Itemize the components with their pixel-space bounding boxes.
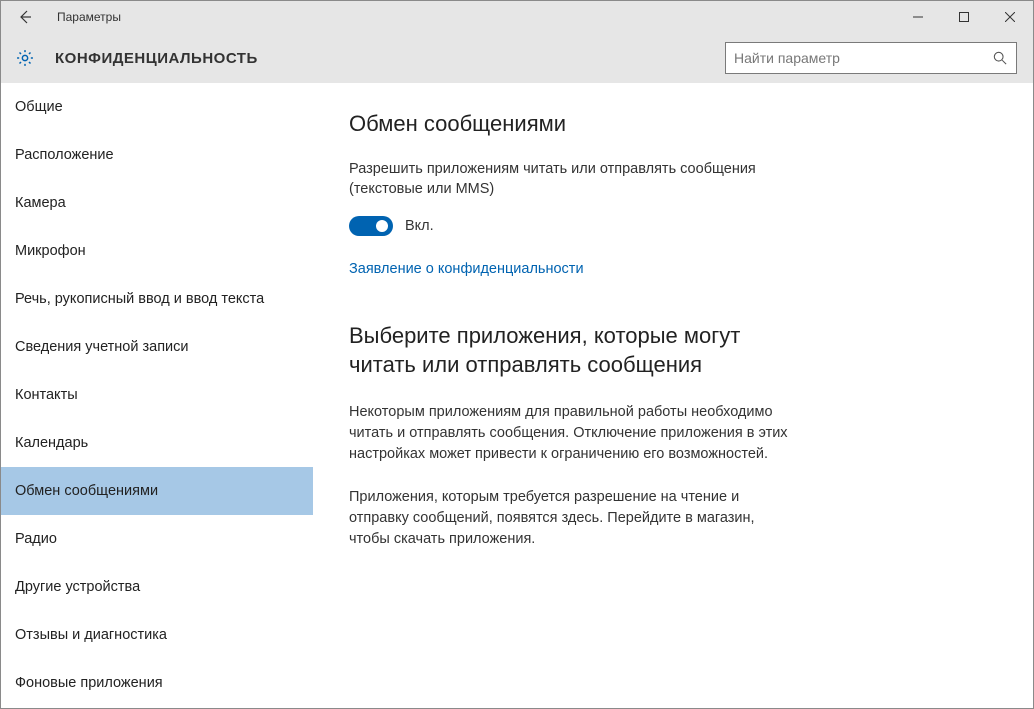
search-icon xyxy=(992,50,1008,66)
toggle-knob xyxy=(376,220,388,232)
sidebar-item-label: Отзывы и диагностика xyxy=(15,627,167,643)
toggle-label: Вкл. xyxy=(405,218,434,234)
settings-gear-icon xyxy=(13,46,37,70)
sidebar-item-12[interactable]: Фоновые приложения xyxy=(1,659,313,707)
sidebar-item-8[interactable]: Обмен сообщениями xyxy=(1,467,313,515)
sidebar-item-label: Фоновые приложения xyxy=(15,675,163,691)
sidebar-item-label: Сведения учетной записи xyxy=(15,339,189,355)
sidebar-item-7[interactable]: Календарь xyxy=(1,419,313,467)
messaging-description: Разрешить приложениям читать или отправл… xyxy=(349,159,789,200)
apps-info-paragraph-1: Некоторым приложениям для правильной раб… xyxy=(349,402,789,465)
sidebar-item-10[interactable]: Другие устройства xyxy=(1,563,313,611)
close-icon xyxy=(1005,12,1015,22)
maximize-icon xyxy=(959,12,969,22)
sidebar-item-label: Микрофон xyxy=(15,243,86,259)
sidebar-item-0[interactable]: Общие xyxy=(1,83,313,131)
sidebar-item-label: Радио xyxy=(15,531,57,547)
sidebar-item-label: Камера xyxy=(15,195,66,211)
headerbar: КОНФИДЕНЦИАЛЬНОСТЬ xyxy=(1,33,1033,83)
search-input[interactable] xyxy=(734,50,992,66)
sidebar-item-label: Расположение xyxy=(15,147,114,163)
sidebar-item-9[interactable]: Радио xyxy=(1,515,313,563)
section-heading-choose-apps: Выберите приложения, которые могут читат… xyxy=(349,321,789,380)
back-button[interactable] xyxy=(1,1,49,33)
sidebar-item-label: Речь, рукописный ввод и ввод текста xyxy=(15,291,264,307)
sidebar-item-3[interactable]: Микрофон xyxy=(1,227,313,275)
arrow-left-icon xyxy=(17,9,33,25)
sidebar-item-label: Календарь xyxy=(15,435,88,451)
sidebar-item-11[interactable]: Отзывы и диагностика xyxy=(1,611,313,659)
section-heading-messaging: Обмен сообщениями xyxy=(349,111,997,137)
maximize-button[interactable] xyxy=(941,1,987,33)
toggle-row: Вкл. xyxy=(349,216,997,236)
privacy-statement-link[interactable]: Заявление о конфиденциальности xyxy=(349,261,584,277)
minimize-icon xyxy=(913,12,923,22)
close-button[interactable] xyxy=(987,1,1033,33)
sidebar-item-label: Другие устройства xyxy=(15,579,140,595)
sidebar-item-2[interactable]: Камера xyxy=(1,179,313,227)
sidebar-item-6[interactable]: Контакты xyxy=(1,371,313,419)
messaging-toggle[interactable] xyxy=(349,216,393,236)
content-area: Обмен сообщениями Разрешить приложениям … xyxy=(313,83,1033,708)
page-title: КОНФИДЕНЦИАЛЬНОСТЬ xyxy=(55,50,258,67)
apps-info-paragraph-2: Приложения, которым требуется разрешение… xyxy=(349,487,789,550)
sidebar: Общие Расположение Камера Микрофон Речь, рук… xyxy=(1,83,313,708)
sidebar-item-label: Общие xyxy=(15,99,63,115)
minimize-button[interactable] xyxy=(895,1,941,33)
sidebar-item-1[interactable]: Расположение xyxy=(1,131,313,179)
sidebar-item-5[interactable]: Сведения учетной записи xyxy=(1,323,313,371)
sidebar-item-label: Обмен сообщениями xyxy=(15,483,158,499)
titlebar: Параметры xyxy=(1,1,1033,33)
sidebar-item-label: Контакты xyxy=(15,387,78,403)
sidebar-item-4[interactable]: Речь, рукописный ввод и ввод текста xyxy=(1,275,313,323)
window-title: Параметры xyxy=(49,10,121,24)
search-box[interactable] xyxy=(725,42,1017,74)
